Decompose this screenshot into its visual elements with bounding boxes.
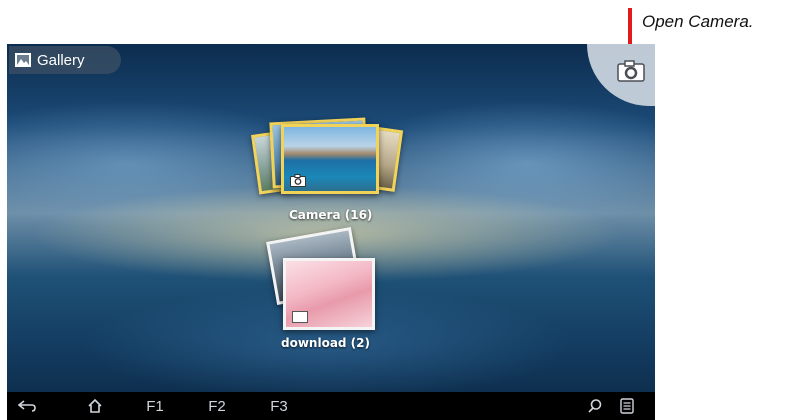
search-icon [588, 399, 602, 413]
camera-badge-icon [290, 174, 306, 187]
menu-button[interactable] [613, 392, 641, 420]
home-button[interactable] [81, 392, 109, 420]
open-camera-button[interactable] [587, 44, 655, 106]
system-navbar: F1 F2 F3 [7, 392, 655, 420]
album-camera[interactable]: Camera (16) [251, 117, 404, 224]
f1-button[interactable]: F1 [141, 392, 169, 420]
f2-button[interactable]: F2 [203, 392, 231, 420]
back-button[interactable] [13, 392, 41, 420]
home-icon [88, 398, 102, 413]
annotation-callout: Open Camera. [628, 8, 792, 44]
annotation-line [628, 8, 632, 44]
gallery-icon [15, 53, 31, 67]
gallery-screen: Gallery Camera (16) download (2) F1 F2 F… [7, 44, 655, 420]
album-photo-front [281, 124, 379, 194]
album-photo-front [283, 258, 375, 330]
menu-icon [620, 398, 634, 414]
album-download[interactable]: download (2) [263, 227, 383, 352]
album-download-label: download (2) [281, 336, 371, 350]
album-camera-label: Camera (16) [289, 208, 373, 222]
download-badge-icon [292, 311, 308, 323]
back-icon [18, 400, 36, 412]
camera-icon [617, 60, 645, 82]
search-button[interactable] [581, 392, 609, 420]
gallery-label: Gallery [37, 51, 85, 69]
f3-button[interactable]: F3 [265, 392, 293, 420]
annotation-text: Open Camera. [642, 12, 754, 31]
gallery-button[interactable]: Gallery [9, 46, 121, 74]
